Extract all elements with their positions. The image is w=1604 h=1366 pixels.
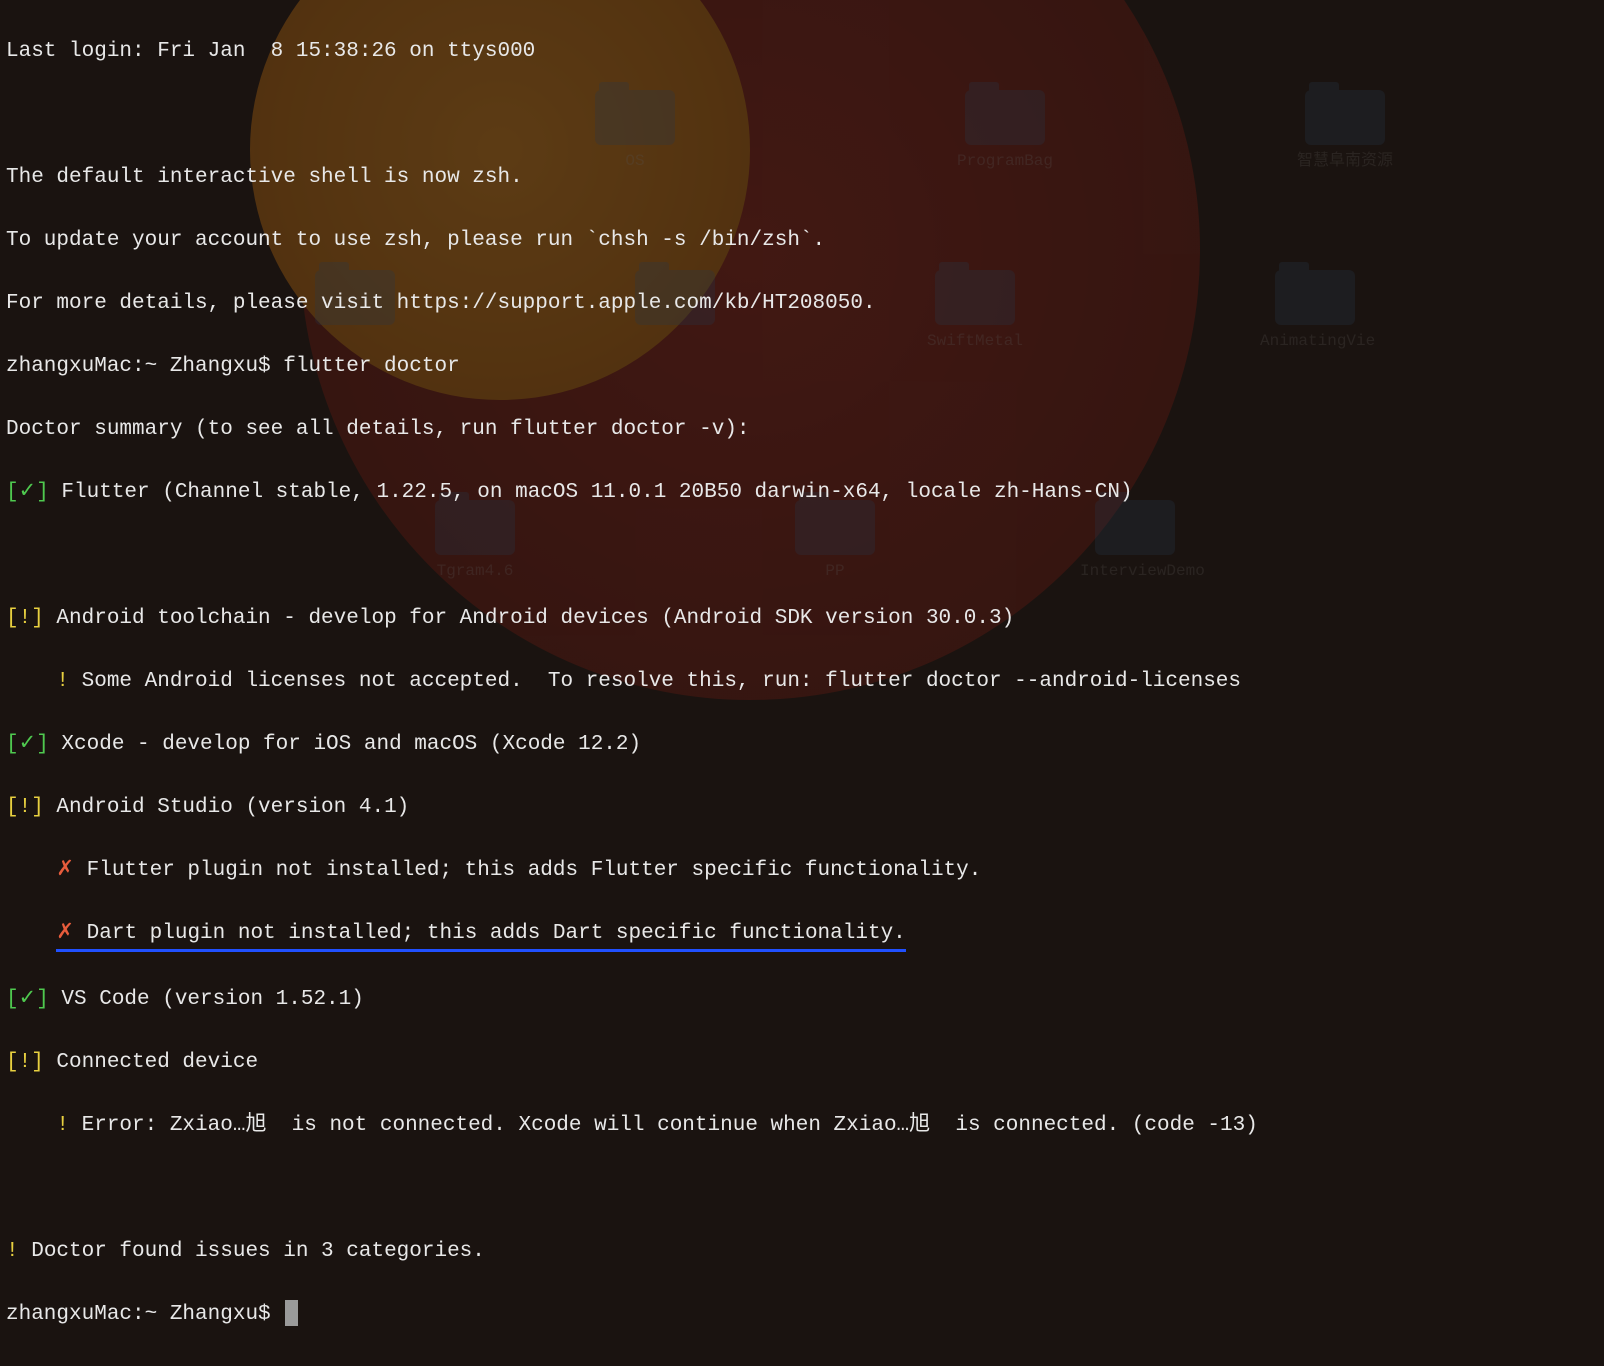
warn-icon: [!] [6,607,44,630]
warn-icon: ! [6,1114,69,1137]
blank-line [6,1173,1598,1205]
status-text: Android Studio (version 4.1) [44,796,409,819]
vscode-check-line: [✓] VS Code (version 1.52.1) [6,984,1598,1016]
xcode-check-line: [✓] Xcode - develop for iOS and macOS (X… [6,729,1598,761]
status-text: Android toolchain - develop for Android … [44,607,1014,630]
warn-icon: [!] [6,1051,44,1074]
blank-line [6,99,1598,131]
status-text: Connected device [44,1051,258,1074]
status-text: Some Android licenses not accepted. To r… [69,670,1241,693]
summary-line: ! Doctor found issues in 3 categories. [6,1236,1598,1268]
status-text: Error: Zxiao…旭 is not connected. Xcode w… [69,1114,1258,1137]
cursor-icon [285,1300,298,1326]
warn-icon: [!] [6,796,44,819]
astudio-check-line: [!] Android Studio (version 4.1) [6,792,1598,824]
terminal-output[interactable]: Last login: Fri Jan 8 15:38:26 on ttys00… [0,0,1604,1366]
status-text: Flutter (Channel stable, 1.22.5, on macO… [49,481,1133,504]
highlighted-line: ✗ Dart plugin not installed; this adds D… [56,918,905,953]
warn-icon: ! [6,670,69,693]
indent [6,922,56,945]
device-check-line: [!] Connected device [6,1047,1598,1079]
android-check-line: [!] Android toolchain - develop for Andr… [6,603,1598,635]
check-icon: [✓] [6,733,49,756]
astudio-sub-line: ✗ Dart plugin not installed; this adds D… [6,918,1598,953]
blank-line [6,540,1598,572]
device-sub-line: ! Error: Zxiao…旭 is not connected. Xcode… [6,1110,1598,1142]
check-icon: [✓] [6,481,49,504]
cross-icon: ✗ [56,922,74,945]
status-text: Dart plugin not installed; this adds Dar… [74,922,906,945]
zsh-notice-line: To update your account to use zsh, pleas… [6,225,1598,257]
prompt-text: zhangxuMac:~ Zhangxu$ [6,1303,283,1326]
status-text: Flutter plugin not installed; this adds … [74,859,981,882]
check-icon: [✓] [6,988,49,1011]
last-login-line: Last login: Fri Jan 8 15:38:26 on ttys00… [6,36,1598,68]
android-sub-line: ! Some Android licenses not accepted. To… [6,666,1598,698]
warn-icon: ! [6,1240,19,1263]
zsh-notice-line: For more details, please visit https://s… [6,288,1598,320]
cross-icon: ✗ [6,859,74,882]
prompt-line: zhangxuMac:~ Zhangxu$ flutter doctor [6,351,1598,383]
status-text: VS Code (version 1.52.1) [49,988,364,1011]
status-text: Xcode - develop for iOS and macOS (Xcode… [49,733,641,756]
astudio-sub-line: ✗ Flutter plugin not installed; this add… [6,855,1598,887]
status-text: Doctor found issues in 3 categories. [19,1240,485,1263]
doctor-summary-line: Doctor summary (to see all details, run … [6,414,1598,446]
flutter-check-line: [✓] Flutter (Channel stable, 1.22.5, on … [6,477,1598,509]
prompt-line: zhangxuMac:~ Zhangxu$ [6,1299,1598,1331]
zsh-notice-line: The default interactive shell is now zsh… [6,162,1598,194]
